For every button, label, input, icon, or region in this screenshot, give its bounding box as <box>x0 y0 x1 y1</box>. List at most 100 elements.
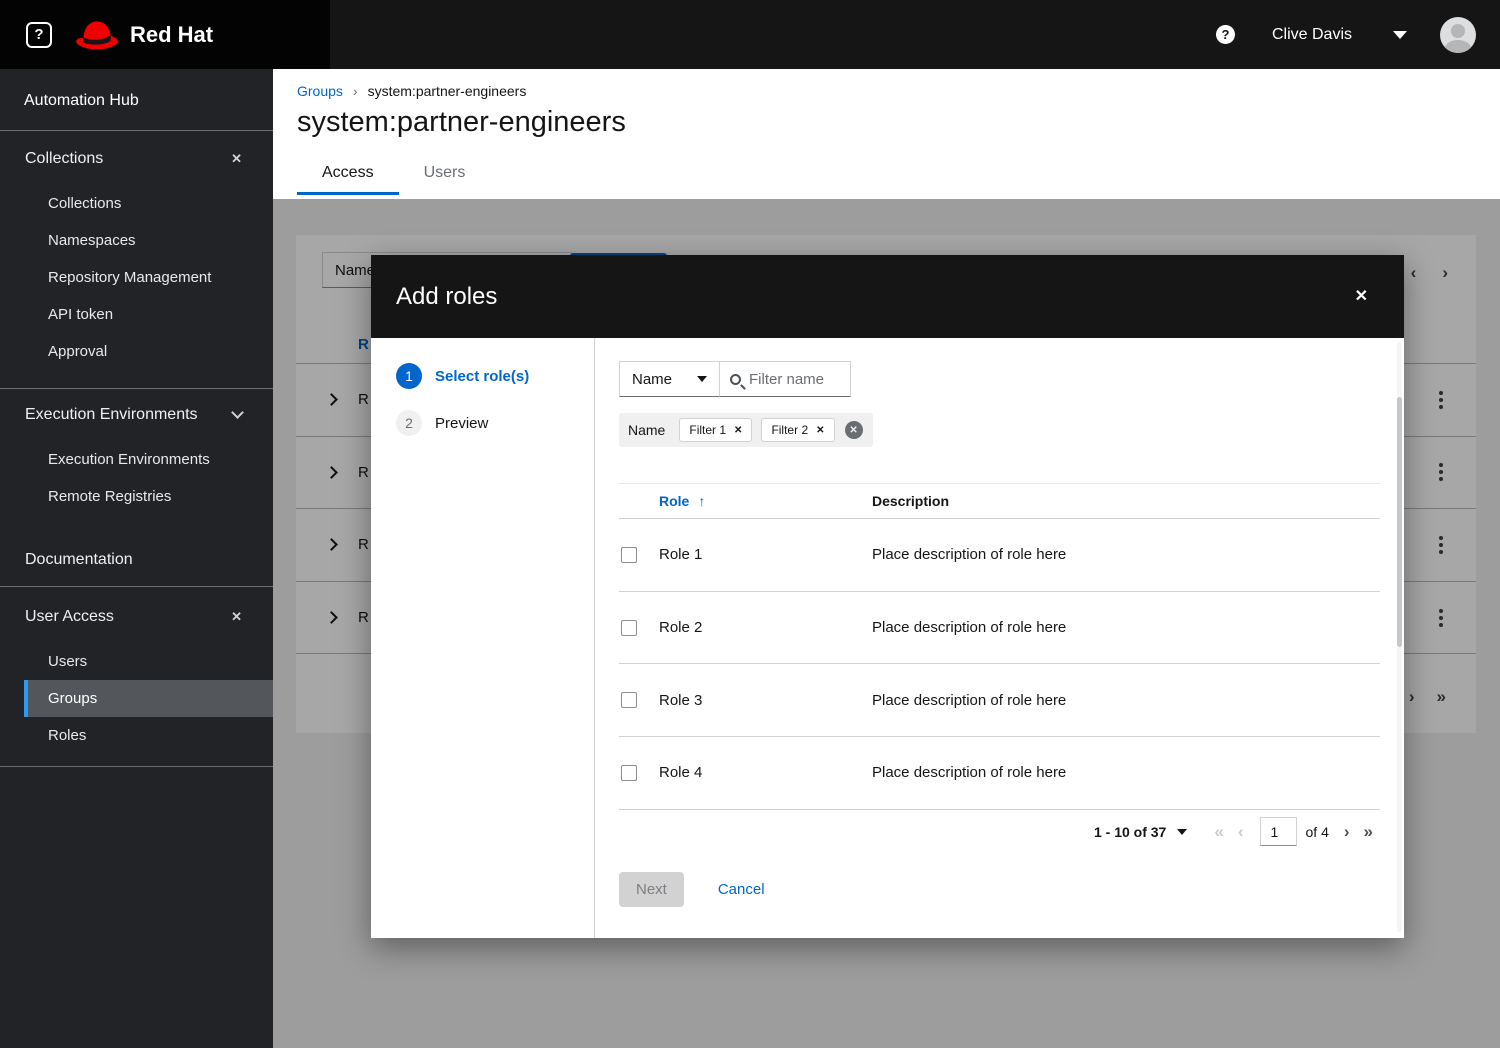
search-input[interactable] <box>749 370 841 388</box>
wizard-footer: Next Cancel <box>619 871 1380 907</box>
row-checkbox[interactable] <box>621 546 637 563</box>
section-label: Execution Environments <box>25 406 198 423</box>
sidebar-section-user-access: User Access ✕ Users Groups Roles <box>0 587 273 766</box>
wizard-content: Name Name Filter 1 ✕ Filter 2 ✕ ✕ <box>595 338 1404 938</box>
sidebar-item-groups[interactable]: Groups <box>24 680 273 717</box>
close-icon[interactable]: ✕ <box>1355 288 1368 305</box>
help-icon[interactable]: ? <box>1215 25 1235 44</box>
sidebar-section-header-collections[interactable]: Collections ✕ <box>0 141 273 177</box>
avatar-head-shape <box>1451 23 1465 38</box>
sidebar-item-approval[interactable]: Approval <box>24 333 273 370</box>
sidebar-items-user-access: Users Groups Roles <box>24 635 273 754</box>
sidebar-divider <box>0 766 273 767</box>
wizard-step-select-roles[interactable]: 1 Select role(s) <box>396 363 594 389</box>
clear-all-filters-icon[interactable]: ✕ <box>844 421 863 439</box>
section-label: Documentation <box>25 551 133 568</box>
sidebar-item-users[interactable]: Users <box>24 643 273 680</box>
last-page-icon[interactable]: » <box>1357 822 1380 842</box>
search-box <box>720 361 851 397</box>
sidebar-section-header-execution-environments[interactable]: Execution Environments <box>0 397 273 433</box>
filter-chip: Filter 1 ✕ <box>679 418 753 442</box>
sidebar-item-execution-environments[interactable]: Execution Environments <box>24 441 273 478</box>
breadcrumb: Groups › system:partner-engineers <box>297 69 1500 99</box>
avatar[interactable] <box>1440 16 1476 53</box>
breadcrumb-separator-icon: › <box>352 83 358 99</box>
sidebar: Automation Hub Collections ✕ Collections… <box>0 69 273 1048</box>
sidebar-item-documentation[interactable]: Documentation <box>0 542 273 578</box>
brand-text: Red Hat <box>130 21 214 47</box>
user-menu-caret-icon[interactable] <box>1393 30 1407 39</box>
scrollbar-thumb[interactable] <box>1397 397 1402 647</box>
masthead: ? Red Hat ? Clive Davis <box>0 0 1500 69</box>
description-column-header: Description <box>872 493 950 509</box>
section-close-icon[interactable]: ✕ <box>231 151 242 167</box>
section-label: User Access <box>25 608 114 625</box>
next-page-icon[interactable]: › <box>1337 822 1357 842</box>
modal-body: 1 Select role(s) 2 Preview Name Nam <box>371 338 1404 938</box>
sidebar-item-remote-registries[interactable]: Remote Registries <box>24 478 273 515</box>
section-label: Collections <box>25 150 104 167</box>
cancel-button[interactable]: Cancel <box>718 881 765 898</box>
table-row: Role 4 Place description of role here <box>619 737 1380 810</box>
sidebar-section-execution-environments: Execution Environments Execution Environ… <box>0 389 273 515</box>
pagination-nav: « ‹ of 4 › » <box>1207 817 1380 847</box>
step-label: Select role(s) <box>435 367 530 385</box>
tab-access[interactable]: Access <box>297 157 399 195</box>
sidebar-items-collections: Collections Namespaces Repository Manage… <box>24 177 273 370</box>
sidebar-item-collections[interactable]: Collections <box>24 185 273 222</box>
tab-users[interactable]: Users <box>399 157 491 195</box>
wizard-step-preview[interactable]: 2 Preview <box>396 410 594 436</box>
sidebar-section-collections: Collections ✕ Collections Namespaces Rep… <box>0 131 273 388</box>
prev-page-icon[interactable]: ‹ <box>1231 822 1251 842</box>
masthead-tools: ? Clive Davis <box>1215 16 1500 53</box>
tabs: Access Users <box>297 157 1500 195</box>
chevron-down-icon <box>697 376 707 382</box>
step-label: Preview <box>435 414 489 432</box>
step-number: 1 <box>396 363 422 389</box>
remove-chip-icon[interactable]: ✕ <box>816 425 824 436</box>
filter-toolbar: Name <box>619 361 1380 397</box>
first-page-icon[interactable]: « <box>1207 822 1230 842</box>
breadcrumb-current: system:partner-engineers <box>367 83 527 99</box>
redhat-hat-icon <box>76 20 118 49</box>
pagination-menu-caret-icon[interactable] <box>1177 828 1188 835</box>
row-checkbox[interactable] <box>621 619 637 636</box>
user-menu-name[interactable]: Clive Davis <box>1272 26 1352 44</box>
modal-header: Add roles ✕ <box>371 255 1404 338</box>
search-icon <box>730 373 741 385</box>
filter-field-select[interactable]: Name <box>619 361 720 397</box>
role-column-header[interactable]: Role ↑ <box>659 493 872 509</box>
table-row: Role 1 Place description of role here <box>619 519 1380 592</box>
modal-scrollbar[interactable] <box>1397 342 1402 932</box>
chevron-down-icon[interactable] <box>231 406 244 419</box>
about-icon[interactable]: ? <box>26 21 52 48</box>
table-header-row: Role ↑ Description <box>619 483 1380 519</box>
sidebar-title: Automation Hub <box>24 92 139 109</box>
step-number: 2 <box>396 410 422 436</box>
sidebar-section-header-user-access[interactable]: User Access ✕ <box>0 599 273 635</box>
sidebar-item-roles[interactable]: Roles <box>24 717 273 754</box>
remove-chip-icon[interactable]: ✕ <box>734 425 742 436</box>
row-checkbox[interactable] <box>621 692 637 709</box>
row-checkbox[interactable] <box>621 764 637 781</box>
masthead-brand: ? Red Hat <box>0 0 330 69</box>
add-roles-modal: Add roles ✕ 1 Select role(s) 2 Preview N… <box>371 255 1404 938</box>
sidebar-item-repository-management[interactable]: Repository Management <box>24 259 273 296</box>
section-close-icon[interactable]: ✕ <box>231 609 242 625</box>
page-header: Groups › system:partner-engineers system… <box>273 69 1500 199</box>
redhat-logo: Red Hat <box>73 18 213 52</box>
next-button[interactable]: Next <box>619 871 684 907</box>
wizard-nav: 1 Select role(s) 2 Preview <box>371 338 595 938</box>
sidebar-item-api-token[interactable]: API token <box>24 296 273 333</box>
current-page-input[interactable] <box>1259 817 1297 847</box>
roles-table: Role ↑ Description Role 1 Place descript… <box>619 483 1380 810</box>
sidebar-items-execution-environments: Execution Environments Remote Registries <box>24 433 273 515</box>
table-row: Role 3 Place description of role here <box>619 664 1380 738</box>
sidebar-item-namespaces[interactable]: Namespaces <box>24 222 273 259</box>
pagination-total-pages: of 4 <box>1305 823 1329 840</box>
page-title: system:partner-engineers <box>297 106 626 138</box>
breadcrumb-link-groups[interactable]: Groups <box>297 83 343 99</box>
table-row: Role 2 Place description of role here <box>619 592 1380 665</box>
sort-ascending-icon[interactable]: ↑ <box>698 493 705 509</box>
pagination: 1 - 10 of 37 « ‹ of 4 › » <box>619 810 1380 854</box>
